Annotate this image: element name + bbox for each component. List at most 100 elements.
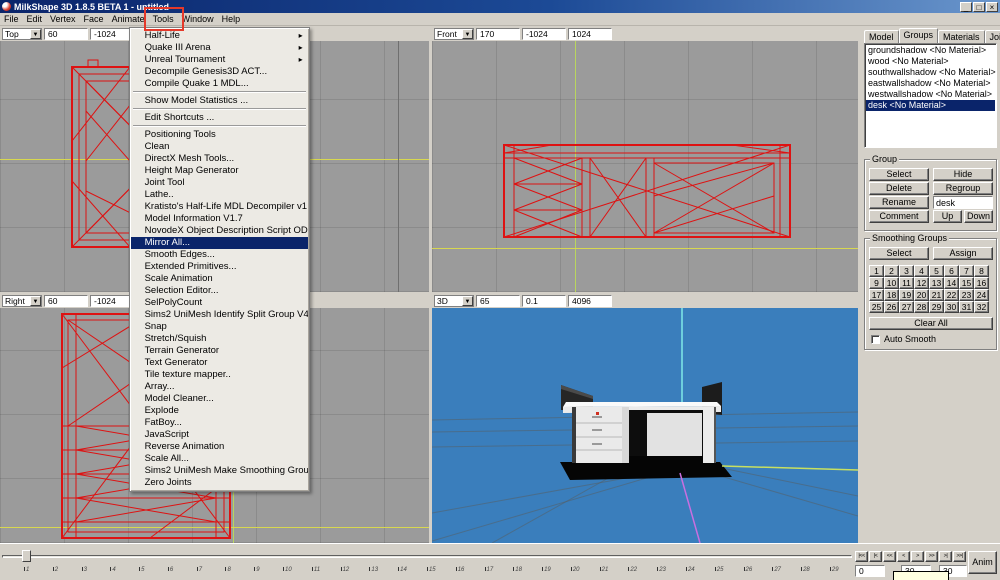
smoothing-group-number-button[interactable]: 10 <box>884 277 899 289</box>
group-list-item[interactable]: eastwallshadow <No Material> <box>866 78 995 89</box>
tools-menu-item[interactable]: Decompile Genesis3D ACT... ▸ <box>131 66 308 78</box>
smoothing-group-number-button[interactable]: 14 <box>944 277 959 289</box>
group-list-item[interactable]: southwallshadow <No Material> <box>866 67 995 78</box>
viewport-zoom-field[interactable]: 60 <box>44 295 88 307</box>
tools-menu-item[interactable]: Unreal Tournament ▸ <box>131 54 308 66</box>
viewport-min-field[interactable]: -1024 <box>90 295 134 307</box>
group-list-item[interactable]: wood <No Material> <box>866 56 995 67</box>
tools-menu-item[interactable]: Zero Joints ▸ <box>131 477 308 489</box>
tools-menu-item[interactable]: Reverse Animation ▸ <box>131 441 308 453</box>
tools-menu-item[interactable]: Half-Life ▸ <box>131 30 308 42</box>
tools-menu-item[interactable]: Sims2 UniMesh Identify Split Group V4.09… <box>131 309 308 321</box>
smoothing-group-number-button[interactable]: 12 <box>914 277 929 289</box>
tools-menu-item[interactable]: Quake III Arena ▸ <box>131 42 308 54</box>
group-comment-button[interactable]: Comment <box>869 210 929 223</box>
viewport-zoom-field[interactable]: 170 <box>476 28 520 40</box>
smoothing-group-number-button[interactable]: 23 <box>959 289 974 301</box>
playback-button[interactable]: >| <box>939 551 952 562</box>
group-select-button[interactable]: Select <box>869 168 929 181</box>
viewport-max-field[interactable]: 1024 <box>568 28 612 40</box>
chevron-down-icon[interactable]: ▼ <box>462 29 473 39</box>
playback-button[interactable]: < <box>897 551 910 562</box>
panel-tab[interactable]: Joints <box>985 30 1000 43</box>
smoothing-group-number-button[interactable]: 21 <box>929 289 944 301</box>
tools-menu-item[interactable]: NovodeX Object Description Script ODS...… <box>131 225 308 237</box>
smoothing-group-number-button[interactable]: 5 <box>929 265 944 277</box>
smoothing-group-number-button[interactable]: 15 <box>959 277 974 289</box>
smoothing-group-number-button[interactable]: 31 <box>959 301 974 313</box>
group-list-item[interactable]: westwallshadow <No Material> <box>866 89 995 100</box>
playback-button[interactable]: >>| <box>953 551 966 562</box>
tools-menu-item[interactable]: Selection Editor... ▸ <box>131 285 308 297</box>
tools-menu-item[interactable]: Stretch/Squish ▸ <box>131 333 308 345</box>
smoothing-group-number-button[interactable]: 24 <box>974 289 989 301</box>
smoothing-group-number-button[interactable]: 7 <box>959 265 974 277</box>
panel-tab[interactable]: Materials <box>938 30 985 43</box>
tools-menu-item[interactable]: FatBoy... ▸ <box>131 417 308 429</box>
tools-menu-item[interactable]: Explode ▸ <box>131 405 308 417</box>
viewport-min-field[interactable]: -1024 <box>90 28 134 40</box>
tools-menu-item[interactable]: Terrain Generator ▸ <box>131 345 308 357</box>
menu-face[interactable]: Face <box>80 13 108 26</box>
smoothing-group-number-button[interactable]: 11 <box>899 277 914 289</box>
viewport-far-field[interactable]: 4096 <box>568 295 612 307</box>
smoothing-group-number-button[interactable]: 32 <box>974 301 989 313</box>
group-regroup-button[interactable]: Regroup <box>933 182 993 195</box>
smoothing-group-number-button[interactable]: 8 <box>974 265 989 277</box>
tools-menu-item[interactable]: Lathe.. ▸ <box>131 189 308 201</box>
tools-menu-item[interactable]: Model Cleaner... ▸ <box>131 393 308 405</box>
smoothing-group-number-button[interactable]: 30 <box>944 301 959 313</box>
current-frame-field[interactable]: 0 <box>855 565 885 577</box>
tools-menu-item[interactable]: Show Model Statistics ... ▸ <box>131 95 308 107</box>
viewport-fov-field[interactable]: 65 <box>476 295 520 307</box>
group-rename-button[interactable]: Rename <box>869 196 929 209</box>
anim-toggle-button[interactable]: Anim <box>968 551 997 574</box>
tools-menu-item[interactable]: Scale All... ▸ <box>131 453 308 465</box>
smoothing-group-number-button[interactable]: 9 <box>869 277 884 289</box>
menu-edit[interactable]: Edit <box>23 13 47 26</box>
chevron-down-icon[interactable]: ▼ <box>462 296 473 306</box>
tools-menu-item[interactable]: SelPolyCount ▸ <box>131 297 308 309</box>
group-name-input[interactable] <box>933 196 993 209</box>
smoothing-group-number-button[interactable]: 29 <box>929 301 944 313</box>
smoothing-group-number-button[interactable]: 6 <box>944 265 959 277</box>
smoothing-group-number-button[interactable]: 16 <box>974 277 989 289</box>
panel-tab[interactable]: Model <box>864 30 899 43</box>
tools-menu-item[interactable]: Tile texture mapper.. ▸ <box>131 369 308 381</box>
smoothing-group-number-button[interactable]: 3 <box>899 265 914 277</box>
smoothing-group-number-button[interactable]: 27 <box>899 301 914 313</box>
playback-button[interactable]: >> <box>925 551 938 562</box>
tools-menu-item[interactable]: Joint Tool ▸ <box>131 177 308 189</box>
smoothing-assign-button[interactable]: Assign <box>933 247 993 260</box>
playback-button[interactable]: << <box>883 551 896 562</box>
timeline-slider-handle[interactable] <box>22 550 31 562</box>
tools-menu-item[interactable]: Model Information V1.7 ▸ <box>131 213 308 225</box>
menu-tools[interactable]: Tools Half-Life ▸ Quake III Arena ▸ <box>149 13 178 26</box>
close-icon[interactable]: × <box>986 2 998 12</box>
group-up-button[interactable]: Up <box>933 210 962 223</box>
smoothing-group-number-button[interactable]: 19 <box>899 289 914 301</box>
tools-menu-item[interactable]: Edit Shortcuts ... ▸ <box>131 112 308 124</box>
restore-icon[interactable]: □ <box>973 2 985 12</box>
tools-menu-item[interactable]: Array... ▸ <box>131 381 308 393</box>
viewport-min-field[interactable]: -1024 <box>522 28 566 40</box>
auto-smooth-checkbox[interactable] <box>871 335 880 344</box>
tools-menu-item[interactable]: Extended Primitives... ▸ <box>131 261 308 273</box>
tools-menu-item[interactable]: Snap ▸ <box>131 321 308 333</box>
tools-menu-item[interactable]: Scale Animation ▸ <box>131 273 308 285</box>
menu-vertex[interactable]: Vertex <box>46 13 80 26</box>
smoothing-group-number-button[interactable]: 22 <box>944 289 959 301</box>
group-list-item[interactable]: groundshadow <No Material> <box>866 45 995 56</box>
smoothing-group-number-button[interactable]: 4 <box>914 265 929 277</box>
panel-tab[interactable]: Groups <box>899 28 939 43</box>
tools-menu-item[interactable]: Positioning Tools ▸ <box>131 129 308 141</box>
viewport-top-mode-select[interactable]: Top ▼ <box>2 28 42 40</box>
tools-menu-item[interactable]: Kratisto's Half-Life MDL Decompiler v1.2… <box>131 201 308 213</box>
tools-menu-item[interactable]: Sims2 UniMesh Make Smoothing Groups V4.0… <box>131 465 308 477</box>
smoothing-group-number-button[interactable]: 13 <box>929 277 944 289</box>
smoothing-group-number-button[interactable]: 2 <box>884 265 899 277</box>
tools-menu-item[interactable]: Smooth Edges... ▸ <box>131 249 308 261</box>
timeline-track[interactable] <box>2 555 852 558</box>
playback-button[interactable]: |< <box>869 551 882 562</box>
smoothing-group-number-button[interactable]: 20 <box>914 289 929 301</box>
